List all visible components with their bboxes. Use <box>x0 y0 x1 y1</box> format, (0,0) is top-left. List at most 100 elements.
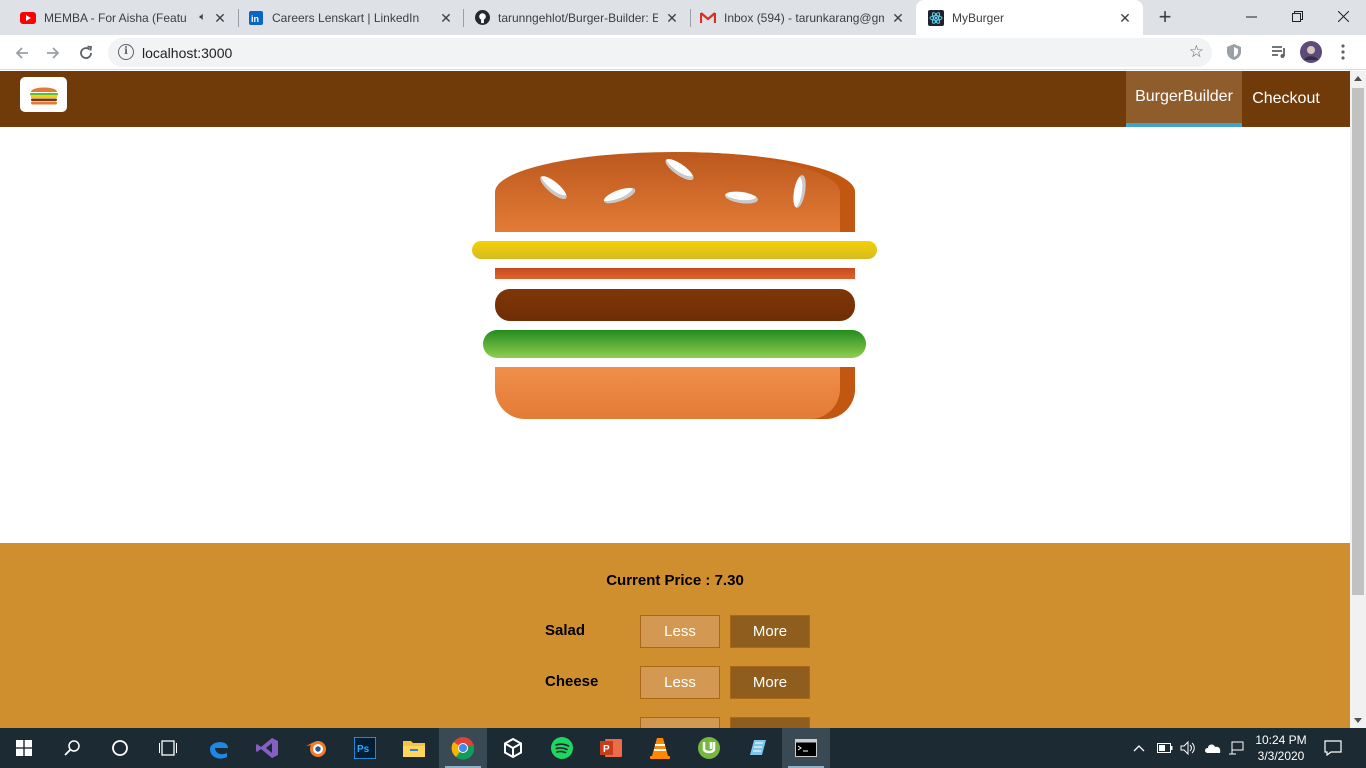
battery-icon[interactable] <box>1157 728 1173 768</box>
linkedin-icon: in <box>248 10 264 26</box>
ingredient-salad <box>483 330 866 358</box>
spotify-icon[interactable] <box>538 728 586 768</box>
task-view-icon[interactable] <box>144 728 192 768</box>
forward-button[interactable] <box>40 40 66 66</box>
build-controls: Current Price7.30 Salad Less More Cheese… <box>0 543 1350 750</box>
chrome-menu-icon[interactable] <box>1332 41 1354 63</box>
unity-icon[interactable] <box>489 728 537 768</box>
start-icon[interactable] <box>0 728 48 768</box>
burger-logo-icon <box>29 87 58 104</box>
price-label: Current Price <box>606 572 714 589</box>
salad-more-button[interactable]: More <box>730 615 810 648</box>
tab-label: tarunngehlot/Burger-Builder: E <box>498 10 658 25</box>
clock-time: 10:24 PM <box>1255 733 1307 747</box>
volume-icon[interactable] <box>1180 728 1196 768</box>
scroll-down-arrow-icon[interactable] <box>1354 718 1362 723</box>
vlc-icon[interactable] <box>636 728 684 768</box>
browser-toolbar: i localhost:3000 ☆ <box>0 35 1366 70</box>
reload-button[interactable] <box>73 40 99 66</box>
svg-text:in: in <box>251 14 259 24</box>
ingredient-cheese <box>472 241 877 259</box>
windows-taskbar: Ps P 10:24 PM 3/3/2020 <box>0 728 1366 768</box>
cheese-less-button[interactable]: Less <box>640 666 720 699</box>
clock-date: 3/3/2020 <box>1257 749 1305 763</box>
salad-less-button[interactable]: Less <box>640 615 720 648</box>
close-icon[interactable]: ✕ <box>890 10 906 26</box>
action-center-icon[interactable] <box>1324 728 1342 768</box>
tab-gmail[interactable]: Inbox (594) - tarunkarang@gm ✕ <box>690 0 916 35</box>
network-icon[interactable] <box>1228 728 1244 768</box>
tab-label: MEMBA - For Aisha (Featu <box>44 10 187 25</box>
scroll-up-arrow-icon[interactable] <box>1354 76 1362 81</box>
onedrive-icon[interactable] <box>1204 728 1222 768</box>
app-toolbar: BurgerBuilder Checkout <box>0 71 1350 127</box>
nav-checkout[interactable]: Checkout <box>1242 71 1330 127</box>
search-icon[interactable] <box>48 728 96 768</box>
ingredient-meat <box>495 289 855 321</box>
close-icon[interactable]: ✕ <box>212 10 228 26</box>
current-price: Current Price7.30 <box>0 572 1350 589</box>
system-clock[interactable]: 10:24 PM 3/3/2020 <box>1248 732 1314 764</box>
control-label: Salad <box>545 622 586 639</box>
new-tab-button[interactable]: + <box>1153 6 1177 30</box>
seed <box>791 174 808 209</box>
edge-icon[interactable] <box>195 728 243 768</box>
minimize-button[interactable] <box>1228 0 1274 32</box>
close-icon[interactable]: ✕ <box>438 10 454 26</box>
tab-github[interactable]: tarunngehlot/Burger-Builder: E ✕ <box>464 0 690 35</box>
speaker-icon[interactable]: 🔈︎ <box>199 11 206 24</box>
close-window-button[interactable] <box>1320 0 1366 32</box>
url-text[interactable]: localhost:3000 <box>142 45 232 61</box>
tab-linkedin[interactable]: in Careers Lenskart | LinkedIn ✕ <box>238 0 464 35</box>
github-icon <box>474 10 490 26</box>
seed <box>602 184 637 207</box>
terminal-icon[interactable] <box>782 728 830 768</box>
blender-icon[interactable] <box>292 728 340 768</box>
chrome-icon[interactable] <box>439 728 487 768</box>
cortana-icon[interactable] <box>96 728 144 768</box>
tab-label: MyBurger <box>952 10 1005 25</box>
bookmark-star-icon[interactable]: ☆ <box>1189 42 1204 62</box>
tab-myburger[interactable]: MyBurger ✕ <box>916 0 1143 35</box>
photoshop-icon[interactable]: Ps <box>341 728 389 768</box>
bread-bottom <box>495 367 855 419</box>
back-button[interactable] <box>9 40 35 66</box>
tab-label: Inbox (594) - tarunkarang@gm <box>724 10 884 25</box>
cheese-more-button[interactable]: More <box>730 666 810 699</box>
shield-extension-icon[interactable] <box>1223 41 1245 63</box>
build-control-cheese: Cheese Less More <box>0 666 1350 700</box>
tab-youtube[interactable]: MEMBA - For Aisha (Featu 🔈︎ ✕ <box>0 0 238 35</box>
gmail-icon <box>700 10 716 26</box>
notepad-icon[interactable] <box>734 728 782 768</box>
site-info-icon[interactable]: i <box>118 44 134 60</box>
seed <box>724 189 759 206</box>
browser-tab-strip: MEMBA - For Aisha (Featu 🔈︎ ✕ in Careers… <box>0 0 1366 35</box>
scrollbar-thumb[interactable] <box>1352 88 1364 595</box>
svg-text:Ps: Ps <box>357 744 370 755</box>
seed <box>662 155 697 184</box>
show-hidden-icons-icon[interactable] <box>1133 728 1145 768</box>
react-icon <box>928 9 944 26</box>
youtube-icon <box>20 10 36 26</box>
powerpoint-icon[interactable]: P <box>587 728 635 768</box>
page-scrollbar[interactable] <box>1350 71 1366 728</box>
svg-text:P: P <box>603 744 610 755</box>
burger-preview <box>0 127 1350 543</box>
file-explorer-icon[interactable] <box>390 728 438 768</box>
close-icon[interactable]: ✕ <box>664 10 680 26</box>
bread-top <box>495 152 855 232</box>
seed <box>537 172 570 203</box>
restore-button[interactable] <box>1274 0 1320 32</box>
ingredient-bacon <box>495 268 855 279</box>
control-label: Cheese <box>545 673 599 690</box>
visual-studio-icon[interactable] <box>243 728 291 768</box>
address-bar[interactable]: i localhost:3000 ☆ <box>108 38 1212 67</box>
tab-label: Careers Lenskart | LinkedIn <box>272 10 420 25</box>
price-value: 7.30 <box>714 572 744 589</box>
burger-logo[interactable] <box>20 77 67 112</box>
media-control-icon[interactable] <box>1268 41 1290 63</box>
nav-burgerbuilder[interactable]: BurgerBuilder <box>1126 71 1242 127</box>
close-icon[interactable]: ✕ <box>1117 10 1133 26</box>
utorrent-icon[interactable] <box>685 728 733 768</box>
avatar[interactable] <box>1300 41 1322 63</box>
